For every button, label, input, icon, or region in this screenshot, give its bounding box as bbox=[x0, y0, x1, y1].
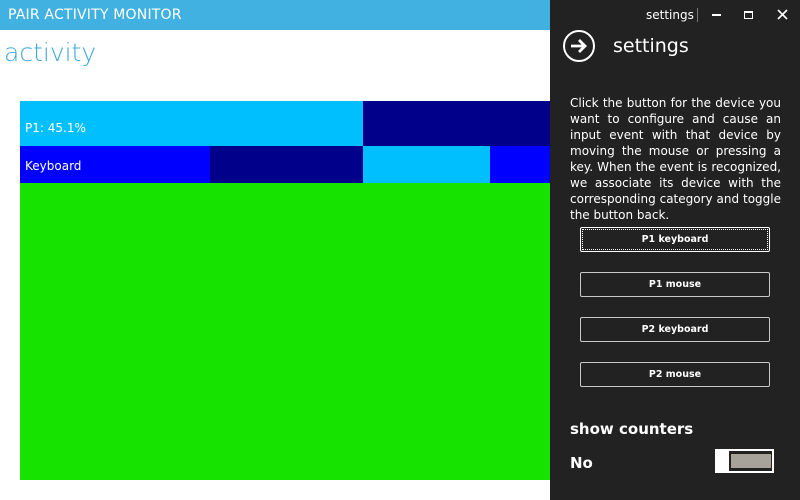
p1-mouse-button[interactable]: P1 mouse bbox=[580, 272, 770, 297]
activity-block bbox=[210, 146, 363, 183]
activity-block bbox=[490, 146, 550, 183]
close-icon[interactable] bbox=[771, 4, 793, 26]
show-counters-toggle[interactable] bbox=[715, 449, 774, 473]
maximize-icon[interactable] bbox=[737, 4, 759, 26]
p1-percentage-label: P1: 45.1% bbox=[25, 121, 86, 135]
page-title: activity bbox=[4, 38, 97, 67]
show-counters-state: No bbox=[570, 454, 593, 472]
toggle-track bbox=[731, 454, 771, 468]
settings-title: settings bbox=[613, 35, 689, 57]
app-title: PAIR ACTIVITY MONITOR bbox=[8, 7, 182, 23]
arrow-right-circle-icon bbox=[571, 39, 587, 53]
p2-keyboard-button[interactable]: P2 keyboard bbox=[580, 317, 770, 342]
caption-settings-label: settings bbox=[646, 8, 694, 22]
app-title-bar: PAIR ACTIVITY MONITOR bbox=[0, 0, 550, 30]
p1-keyboard-button[interactable]: P1 keyboard bbox=[580, 227, 770, 252]
back-button[interactable] bbox=[563, 30, 595, 62]
caption-separator bbox=[697, 8, 698, 22]
p2-mouse-button[interactable]: P2 mouse bbox=[580, 362, 770, 387]
settings-panel: settings settings Click the button for t… bbox=[550, 0, 800, 500]
show-counters-label: show counters bbox=[570, 420, 694, 438]
activity-block bbox=[363, 101, 550, 146]
toggle-thumb[interactable] bbox=[717, 449, 729, 473]
caption-bar: settings bbox=[550, 0, 800, 30]
activity-visualization: P1: 45.1% Keyboard bbox=[20, 101, 550, 480]
keyboard-row-label: Keyboard bbox=[25, 159, 82, 173]
settings-help-text: Click the button for the device you want… bbox=[570, 96, 781, 222]
minimize-icon[interactable] bbox=[705, 4, 727, 26]
activity-block bbox=[363, 146, 490, 183]
